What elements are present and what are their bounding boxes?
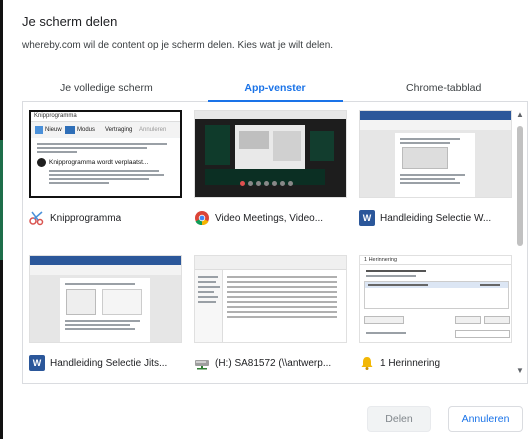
word-icon: W xyxy=(29,355,45,371)
window-thumbnail xyxy=(194,255,347,343)
thumb-snip-cancel: Annuleren xyxy=(139,127,167,133)
tab-chrome-tab[interactable]: Chrome-tabblad xyxy=(359,82,528,102)
window-title: Handleiding Selectie Jits... xyxy=(50,357,168,369)
window-title: Video Meetings, Video... xyxy=(215,212,324,224)
thumb-reminder-title: 1 Herinnering xyxy=(364,257,398,263)
bell-icon xyxy=(359,355,375,371)
window-title: Handleiding Selectie W... xyxy=(380,212,492,224)
scissors-icon xyxy=(29,210,45,226)
word-icon: W xyxy=(359,210,375,226)
window-list-panel: Knipprogramma Nieuw Modus Vertraging Ann… xyxy=(22,102,528,384)
window-thumbnail xyxy=(359,110,512,198)
thumb-snip-mode: Modus xyxy=(77,127,96,133)
cancel-button[interactable]: Annuleren xyxy=(448,406,523,432)
tab-app-window[interactable]: App-venster xyxy=(191,82,360,102)
network-drive-icon xyxy=(194,355,210,371)
window-label: 1 Herinnering xyxy=(359,353,512,373)
window-title: Knipprogramma xyxy=(50,212,122,224)
window-title: 1 Herinnering xyxy=(380,357,441,369)
window-label: Video Meetings, Video... xyxy=(194,208,347,228)
window-option-network-drive[interactable]: (H:) SA81572 (\\antwerp... xyxy=(194,255,347,383)
window-option-snipping-tool[interactable]: Knipprogramma Nieuw Modus Vertraging Ann… xyxy=(29,110,182,243)
window-grid: Knipprogramma Nieuw Modus Vertraging Ann… xyxy=(29,110,517,383)
window-list-scrollbar[interactable]: ▲ ▼ xyxy=(515,110,525,376)
tab-entire-screen[interactable]: Je volledige scherm xyxy=(22,82,191,102)
chrome-icon xyxy=(194,210,210,226)
window-option-handleiding-jits[interactable]: W Handleiding Selectie Jits... xyxy=(29,255,182,383)
window-label: Knipprogramma xyxy=(29,208,182,228)
thumb-snip-notice: Knipprogramma wordt verplaatst... xyxy=(49,159,149,166)
thumb-snip-menu: Nieuw xyxy=(45,127,62,133)
background-window-edge-accent xyxy=(0,140,3,260)
share-screen-dialog: Je scherm delen whereby.com wil de conte… xyxy=(10,0,531,439)
window-label: W Handleiding Selectie Jits... xyxy=(29,353,182,373)
window-label: (H:) SA81572 (\\antwerp... xyxy=(194,353,347,373)
window-option-handleiding-w[interactable]: W Handleiding Selectie W... xyxy=(359,110,512,243)
window-thumbnail xyxy=(194,110,347,198)
dialog-subtitle: whereby.com wil de content op je scherm … xyxy=(22,40,334,51)
thumb-snip-delay: Vertraging xyxy=(105,127,133,133)
window-thumbnail xyxy=(29,255,182,343)
thumb-snip-title: Knipprogramma xyxy=(34,113,77,119)
window-thumbnail: 1 Herinnering xyxy=(359,255,512,343)
scroll-down-arrow-icon[interactable]: ▼ xyxy=(515,366,525,376)
window-option-video-meetings[interactable]: Video Meetings, Video... xyxy=(194,110,347,243)
window-thumbnail: Knipprogramma Nieuw Modus Vertraging Ann… xyxy=(29,110,182,198)
scroll-up-arrow-icon[interactable]: ▲ xyxy=(515,110,525,120)
window-label: W Handleiding Selectie W... xyxy=(359,208,512,228)
window-option-reminder[interactable]: 1 Herinnering 1 Herinnering xyxy=(359,255,512,383)
scrollbar-thumb[interactable] xyxy=(517,126,523,246)
window-title: (H:) SA81572 (\\antwerp... xyxy=(215,357,332,369)
share-source-tabs: Je volledige scherm App-venster Chrome-t… xyxy=(22,82,528,102)
share-button[interactable]: Delen xyxy=(367,406,431,432)
dialog-title: Je scherm delen xyxy=(22,14,118,29)
